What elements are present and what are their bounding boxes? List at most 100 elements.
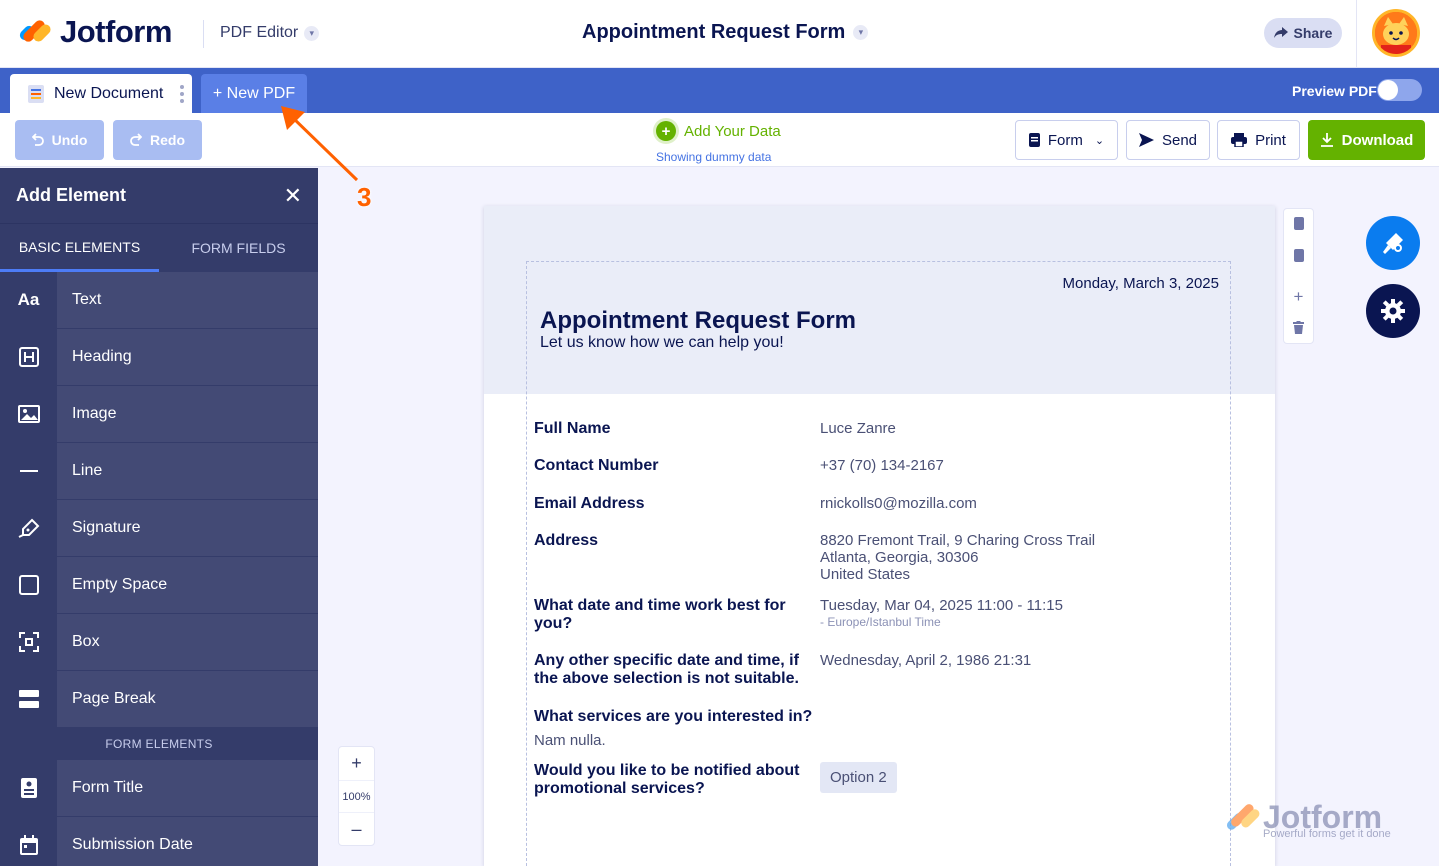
field-answer: +37 (70) 134-2167 bbox=[820, 457, 944, 474]
signature-icon bbox=[18, 518, 39, 538]
jotform-logo-icon bbox=[1226, 804, 1260, 830]
element-line[interactable]: Line bbox=[0, 443, 318, 500]
product-switcher[interactable]: PDF Editor ▾ bbox=[220, 24, 320, 42]
element-label: Line bbox=[72, 462, 103, 479]
settings-button[interactable] bbox=[1366, 284, 1420, 338]
preview-pdf-label: Preview PDF bbox=[1292, 83, 1377, 99]
tab-new-document-label: New Document bbox=[54, 84, 164, 102]
timezone-note: - Europe/Istanbul Time bbox=[820, 615, 941, 629]
element-image[interactable]: Image bbox=[0, 386, 318, 443]
jotform-watermark: Jotform Powerful forms get it done bbox=[1225, 797, 1405, 847]
send-button[interactable]: Send bbox=[1126, 120, 1210, 160]
element-label: Text bbox=[72, 291, 102, 308]
submission-date[interactable]: Monday, March 3, 2025 bbox=[1063, 275, 1219, 292]
form-subtitle[interactable]: Let us know how we can help you! bbox=[540, 334, 784, 352]
jotform-logo-icon bbox=[17, 15, 53, 49]
element-box[interactable]: Box bbox=[0, 614, 318, 671]
field-answer: 8820 Fremont Trail, 9 Charing Cross Trai… bbox=[820, 532, 1095, 583]
kebab-menu-icon[interactable] bbox=[180, 85, 184, 103]
address-line: 8820 Fremont Trail, 9 Charing Cross Trai… bbox=[820, 532, 1096, 549]
field-question: What date and time work best for you? bbox=[534, 597, 786, 632]
plus-icon: + bbox=[1293, 287, 1304, 306]
tab-form-fields[interactable]: FORM FIELDS bbox=[159, 224, 318, 272]
jotform-logo[interactable]: Jotform bbox=[17, 14, 172, 50]
field-question: Email Address bbox=[534, 495, 645, 512]
page-break-icon bbox=[18, 690, 39, 708]
add-element-panel: Add Element ✕ BASIC ELEMENTS FORM FIELDS… bbox=[0, 168, 318, 866]
pdf-page[interactable]: Monday, March 3, 2025 Appointment Reques… bbox=[484, 206, 1275, 866]
document-title-text: Appointment Request Form bbox=[582, 21, 846, 43]
element-signature[interactable]: Signature bbox=[0, 500, 318, 557]
element-label: Page Break bbox=[72, 690, 156, 707]
zoom-level: 100% bbox=[339, 780, 374, 813]
address-line: Atlanta, Georgia, 30306 bbox=[820, 549, 979, 566]
add-your-data-label: Add Your Data bbox=[684, 122, 781, 140]
image-icon bbox=[17, 405, 40, 423]
element-label: Empty Space bbox=[72, 576, 168, 593]
field-question: Any other specific date and time, if the… bbox=[534, 652, 799, 687]
chevron-down-icon: ⌄ bbox=[1094, 134, 1105, 147]
download-label: Download bbox=[1341, 131, 1414, 149]
zoom-in-button[interactable]: + bbox=[339, 747, 374, 780]
chevron-down-icon: ▾ bbox=[304, 25, 320, 41]
element-heading[interactable]: Heading bbox=[0, 329, 318, 386]
field-answer: Tuesday, Mar 04, 2025 11:00 - 11:15 - Eu… bbox=[820, 597, 1063, 631]
chevron-down-icon: ▾ bbox=[853, 25, 869, 40]
undo-icon bbox=[31, 133, 44, 146]
preview-pdf-toggle[interactable] bbox=[1377, 79, 1422, 101]
add-page-button[interactable]: + bbox=[1284, 287, 1313, 307]
send-icon bbox=[1138, 133, 1154, 147]
print-icon bbox=[1231, 133, 1248, 147]
page-top-button[interactable] bbox=[1284, 217, 1313, 230]
header-divider bbox=[203, 20, 204, 48]
share-button[interactable]: Share bbox=[1264, 18, 1342, 48]
tab-new-document[interactable]: New Document bbox=[10, 74, 192, 113]
gear-icon bbox=[1381, 299, 1405, 323]
add-your-data-button[interactable]: + Add Your Data bbox=[656, 121, 781, 141]
design-tool-button[interactable] bbox=[1366, 216, 1420, 270]
undo-button[interactable]: Undo bbox=[15, 120, 104, 160]
editor-toolbar: Undo Redo + Add Your Data Showing dummy … bbox=[0, 113, 1439, 167]
redo-button[interactable]: Redo bbox=[113, 120, 202, 160]
address-line: United States bbox=[820, 566, 911, 583]
empty-space-icon bbox=[18, 575, 39, 595]
page-icon bbox=[1293, 217, 1304, 230]
element-label: Signature bbox=[72, 519, 141, 536]
element-text[interactable]: Aa Text bbox=[0, 272, 318, 329]
line-icon-wrap bbox=[0, 443, 57, 499]
box-icon bbox=[18, 632, 39, 652]
text-icon: Aa bbox=[0, 272, 57, 328]
element-submission-date[interactable]: Submission Date bbox=[0, 817, 318, 866]
plus-circle-icon: + bbox=[656, 121, 676, 141]
element-form-title[interactable]: Form Title bbox=[0, 760, 318, 817]
download-button[interactable]: Download bbox=[1308, 120, 1425, 160]
avatar-divider bbox=[1356, 0, 1357, 68]
document-title[interactable]: Appointment Request Form ▾ bbox=[582, 21, 869, 44]
delete-page-button[interactable] bbox=[1284, 321, 1313, 334]
form-title[interactable]: Appointment Request Form bbox=[540, 307, 856, 335]
zoom-out-button[interactable]: – bbox=[339, 813, 374, 846]
undo-label: Undo bbox=[51, 132, 88, 148]
form-dropdown-button[interactable]: Form ⌄ bbox=[1015, 120, 1118, 160]
user-avatar[interactable] bbox=[1372, 9, 1420, 57]
print-button[interactable]: Print bbox=[1217, 120, 1300, 160]
signature-icon-wrap bbox=[0, 500, 57, 556]
element-page-break[interactable]: Page Break bbox=[0, 671, 318, 728]
element-empty-space[interactable]: Empty Space bbox=[0, 557, 318, 614]
tab-basic-elements[interactable]: BASIC ELEMENTS bbox=[0, 224, 159, 272]
field-question: Address bbox=[534, 532, 599, 549]
field-answer: Wednesday, April 2, 1986 21:31 bbox=[820, 652, 1032, 669]
avatar-cat-icon bbox=[1375, 12, 1417, 54]
trash-icon bbox=[1293, 321, 1304, 334]
field-answer: rnickolls0@mozilla.com bbox=[820, 495, 977, 512]
zoom-control: + 100% – bbox=[338, 746, 375, 846]
share-arrow-icon bbox=[1273, 27, 1288, 38]
image-icon-wrap bbox=[0, 386, 57, 442]
document-tab-bar: New Document + New PDF Preview PDF bbox=[0, 68, 1439, 113]
form-elements-section: FORM ELEMENTS bbox=[0, 728, 318, 760]
form-label: Form bbox=[1047, 131, 1083, 149]
field-question: What services are you interested in? bbox=[534, 708, 813, 725]
field-question: Full Name bbox=[534, 420, 611, 437]
page-bottom-button[interactable] bbox=[1284, 249, 1313, 262]
add-element-title: Add Element bbox=[16, 185, 127, 205]
